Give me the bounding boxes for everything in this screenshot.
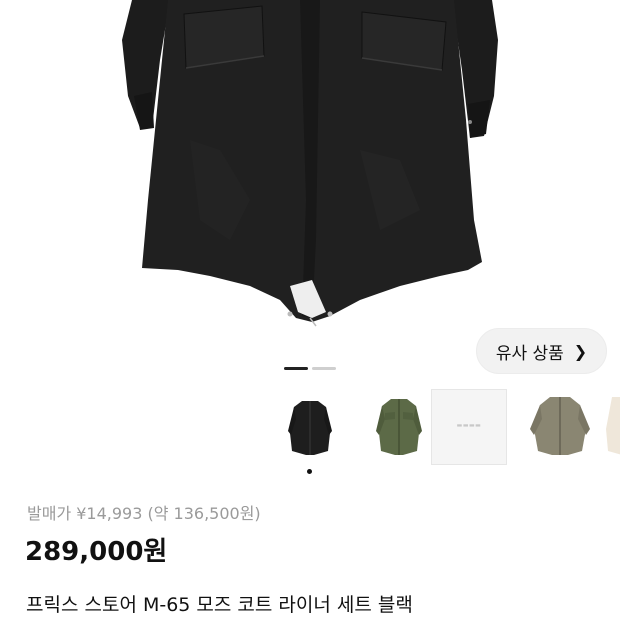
original-price: 발매가 ¥14,993 (약 136,500원)	[27, 504, 261, 523]
thumbnail-box[interactable]: ▬▬▬▬	[431, 389, 507, 465]
carousel-indicator-active	[284, 367, 308, 370]
carousel-indicator-inactive	[312, 367, 336, 370]
chevron-right-icon: ❯	[573, 341, 588, 361]
thumbnail-strip: ▬▬▬▬	[272, 389, 620, 477]
box-mark: ▬▬▬▬	[456, 422, 482, 429]
product-image[interactable]	[0, 0, 620, 384]
thumbnail-black-coat[interactable]	[272, 389, 348, 474]
thumbnail-olive-coat[interactable]	[361, 389, 437, 465]
product-title: 프릭스 스토어 M-65 모즈 코트 라이너 세트 블랙	[26, 594, 413, 616]
price: 289,000원	[25, 537, 168, 567]
similar-products-label: 유사 상품	[495, 343, 564, 364]
similar-products-button[interactable]: 유사 상품 ❯	[476, 328, 607, 374]
thumbnail-khaki-coat[interactable]	[522, 389, 598, 465]
thumbnail-cream-coat[interactable]	[602, 389, 620, 465]
selected-thumbnail-dot	[307, 469, 312, 474]
